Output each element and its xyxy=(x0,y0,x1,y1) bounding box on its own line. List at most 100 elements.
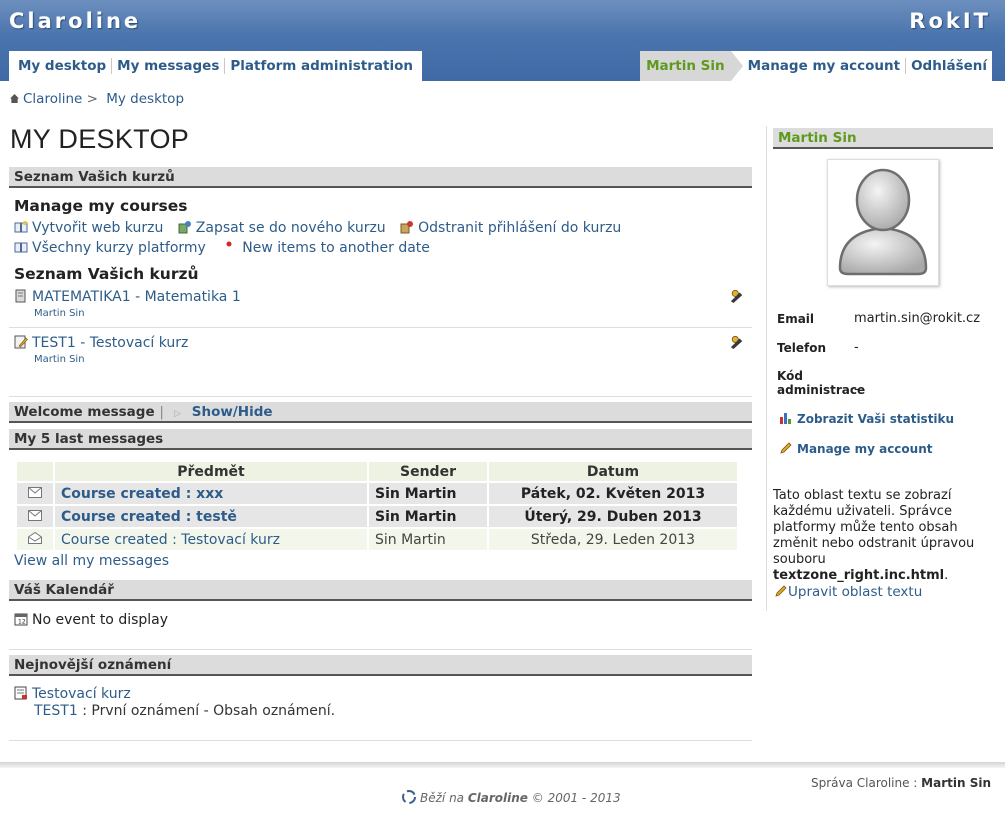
welcome-section-header: Welcome message | ▷ Show/Hide xyxy=(9,402,752,423)
breadcrumb: Claroline > My desktop xyxy=(10,91,184,107)
phone-value: - xyxy=(854,340,859,355)
courses-section-header: Seznam Vašich kurzů xyxy=(9,167,752,188)
message-sender: Sin Martin xyxy=(369,529,487,550)
announcement-course-code[interactable]: TEST1 xyxy=(34,703,78,719)
course-title-link[interactable]: MATEMATIKA1 - Matematika 1 xyxy=(32,289,241,305)
create-course-link[interactable]: Vytvořit web kurzu xyxy=(14,220,163,236)
org-name[interactable]: RokIT xyxy=(909,9,991,33)
textzone: Tato oblast textu se zobrazí každému uži… xyxy=(773,488,995,584)
book-icon xyxy=(14,242,28,253)
enroll-icon xyxy=(178,221,191,234)
brand-logo[interactable]: Claroline xyxy=(9,9,141,33)
calendar-section-header: Váš Kalendář xyxy=(9,580,752,601)
messages-section-header: My 5 last messages xyxy=(9,429,752,450)
footer-powered-by: Běží na Claroline © 2001 - 2013 xyxy=(402,790,621,805)
create-course-label: Vytvořit web kurzu xyxy=(32,220,164,236)
messages-table: Předmět Sender Datum Course created : xx… xyxy=(15,460,739,552)
course-owner: Martin Sin xyxy=(34,354,85,365)
main-nav: My desktop My messages Platform administ… xyxy=(9,51,422,81)
col-sender: Sender xyxy=(369,462,487,481)
message-date: Pátek, 02. Květen 2013 xyxy=(489,483,737,504)
sidebar-manage-account-link[interactable]: Manage my account xyxy=(797,442,932,456)
manage-courses-links: Vytvořit web kurzu Zapsat se do nového k… xyxy=(14,220,631,236)
welcome-toggle-link[interactable]: Show/Hide xyxy=(192,404,273,420)
footer-powered-brand[interactable]: Claroline xyxy=(468,791,528,805)
announcement-text: : První oznámení - Obsah oznámení. xyxy=(77,703,336,719)
page-title: MY DESKTOP xyxy=(10,124,190,154)
view-all-messages-link[interactable]: View all my messages xyxy=(14,553,169,569)
footer-admin-label: Správa Claroline : xyxy=(810,776,922,790)
announcements-section-header: Nejnovější oznámení xyxy=(9,655,752,676)
course-title-link[interactable]: TEST1 - Testovací kurz xyxy=(32,335,188,351)
message-subject[interactable]: Course created : Testovací kurz xyxy=(55,529,367,550)
breadcrumb-current[interactable]: My desktop xyxy=(106,91,184,107)
message-subject-link[interactable]: Course created : xxx xyxy=(61,486,223,502)
svg-text:12: 12 xyxy=(18,619,26,626)
unenroll-course-link[interactable]: Odstranit přihlášení do kurzu xyxy=(400,220,621,236)
current-user-name[interactable]: Martin Sin xyxy=(640,51,743,81)
col-date: Datum xyxy=(489,462,737,481)
sidebar-user-name: Martin Sin xyxy=(773,128,993,149)
course-item: MATEMATIKA1 - Matematika 1 Martin Sin xyxy=(14,289,750,319)
course-manager-icon[interactable] xyxy=(730,335,744,349)
footer-admin-name[interactable]: Martin Sin xyxy=(921,776,991,790)
code-value: - xyxy=(854,382,859,397)
announcement-icon xyxy=(14,686,27,700)
nav-platform-admin[interactable]: Platform administration xyxy=(225,58,418,74)
course-edit-icon xyxy=(14,335,28,349)
message-sender: Sin Martin xyxy=(369,483,487,504)
nav-logout[interactable]: Odhlášení xyxy=(906,58,992,74)
enroll-course-label: Zapsat se do nového kurzu xyxy=(195,220,386,236)
breadcrumb-root[interactable]: Claroline xyxy=(23,91,82,107)
book-icon xyxy=(14,221,28,233)
edit-textzone-row: Upravit oblast textu xyxy=(774,584,922,600)
claroline-logo-icon[interactable] xyxy=(402,790,416,804)
enroll-course-link[interactable]: Zapsat se do nového kurzu xyxy=(178,220,386,236)
message-subject-link[interactable]: Course created : Testovací kurz xyxy=(61,532,280,548)
envelope-closed-icon xyxy=(17,483,53,504)
divider xyxy=(9,396,752,397)
stats-link-row: Zobrazit Vaši statistiku xyxy=(779,411,954,426)
edit-textzone-link[interactable]: Upravit oblast textu xyxy=(788,584,922,600)
avatar xyxy=(827,159,939,286)
col-icon xyxy=(17,462,53,481)
divider xyxy=(9,649,752,650)
message-sender: Sin Martin xyxy=(369,506,487,527)
red-dot-icon xyxy=(226,241,232,247)
announcement-body: TEST1 : První oznámení - Obsah oznámení. xyxy=(34,703,335,719)
email-value: martin.sin@rokit.cz xyxy=(854,311,981,326)
divider xyxy=(9,327,752,328)
user-nav: Martin Sin Manage my account Odhlášení xyxy=(640,51,992,81)
envelope-closed-icon xyxy=(17,506,53,527)
course-manager-icon[interactable] xyxy=(730,289,744,303)
envelope-open-icon xyxy=(17,529,53,550)
nav-my-desktop[interactable]: My desktop xyxy=(13,58,111,74)
course-item: TEST1 - Testovací kurz Martin Sin xyxy=(14,335,750,365)
user-silhouette-icon xyxy=(838,168,928,276)
textzone-end: . xyxy=(944,568,949,583)
announcement-course-link[interactable]: Testovací kurz xyxy=(32,686,131,702)
table-row[interactable]: Course created : xxx Sin Martin Pátek, 0… xyxy=(17,483,737,504)
nav-my-messages[interactable]: My messages xyxy=(112,58,224,74)
footer-divider xyxy=(0,762,1005,768)
new-items-date-link[interactable]: New items to another date xyxy=(224,240,430,256)
home-icon xyxy=(10,94,19,103)
welcome-title: Welcome message xyxy=(14,404,155,420)
calendar-empty-text: No event to display xyxy=(32,612,169,628)
all-courses-link[interactable]: Všechny kurzy platformy xyxy=(14,240,206,256)
header-banner: Claroline RokIT My desktop My messages P… xyxy=(0,0,1005,81)
message-subject[interactable]: Course created : xxx xyxy=(55,483,367,504)
message-date: Středa, 29. Leden 2013 xyxy=(489,529,737,550)
message-subject[interactable]: Course created : testě xyxy=(55,506,367,527)
divider xyxy=(9,740,752,741)
play-icon: ▷ xyxy=(174,409,182,419)
pencil-icon xyxy=(775,585,787,597)
calendar-empty: 12 No event to display xyxy=(14,612,168,628)
course-list-heading: Seznam Vašich kurzů xyxy=(14,265,199,283)
table-row[interactable]: Course created : Testovací kurz Sin Mart… xyxy=(17,529,737,550)
email-label: Email xyxy=(777,312,815,326)
message-subject-link[interactable]: Course created : testě xyxy=(61,509,237,525)
table-row[interactable]: Course created : testě Sin Martin Úterý,… xyxy=(17,506,737,527)
nav-manage-account[interactable]: Manage my account xyxy=(743,58,905,74)
stats-link[interactable]: Zobrazit Vaši statistiku xyxy=(797,412,954,426)
